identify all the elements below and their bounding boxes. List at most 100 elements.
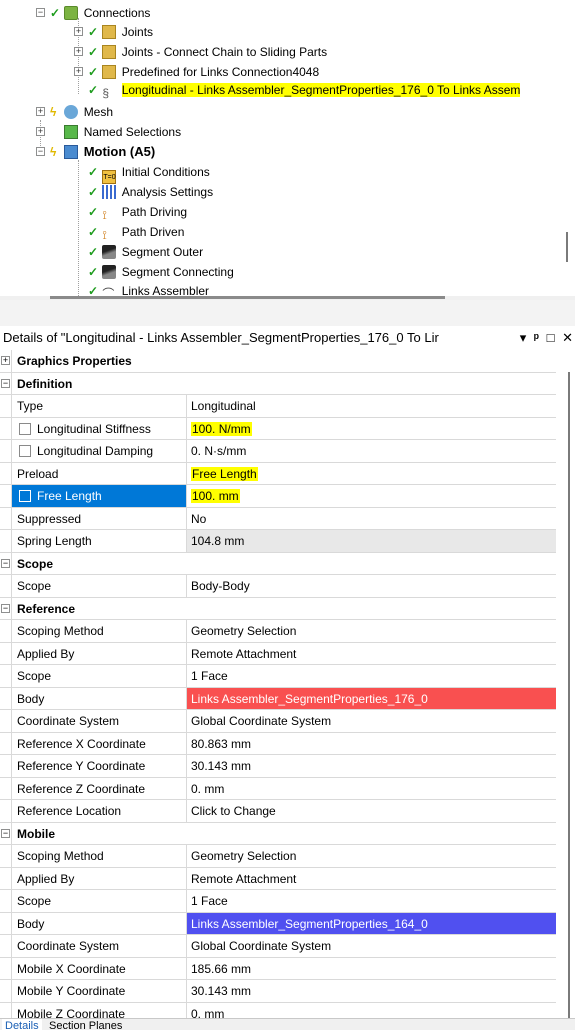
tab-details[interactable]: Details (2, 1019, 42, 1030)
property-value-cell[interactable]: Links Assembler_SegmentProperties_176_0 (187, 687, 556, 710)
panel-splitter[interactable] (0, 300, 575, 326)
property-value-cell[interactable]: 0. N·s/mm (187, 440, 556, 463)
grid-property-row[interactable]: Mobile X Coordinate 185.66 mm (0, 957, 556, 980)
property-label-cell: Type (12, 395, 187, 418)
property-value-cell[interactable]: 185.66 mm (187, 958, 556, 980)
grid-property-row[interactable]: Reference Y Coordinate 30.143 mm (0, 755, 556, 778)
tree-item-joints-connect-chain[interactable]: + ✓ Joints - Connect Chain to Sliding Pa… (74, 42, 327, 62)
property-value-cell[interactable]: Geometry Selection (187, 845, 556, 868)
property-value-cell[interactable]: Geometry Selection (187, 620, 556, 643)
property-value-cell[interactable]: Click to Change (187, 800, 556, 823)
collapse-toggle[interactable]: − (36, 147, 45, 156)
property-value-cell[interactable]: Links Assembler_SegmentProperties_164_0 (187, 912, 556, 935)
grid-category-row[interactable]: − Scope (0, 552, 556, 575)
grid-property-row[interactable]: Scoping Method Geometry Selection (0, 620, 556, 643)
parameter-checkbox[interactable] (19, 490, 31, 502)
grid-property-row[interactable]: Applied By Remote Attachment (0, 642, 556, 665)
property-value-cell[interactable]: 1 Face (187, 665, 556, 688)
property-value-cell[interactable]: 100. N/mm (187, 418, 556, 440)
tree-horizontal-scrollbar[interactable] (50, 296, 445, 299)
property-label: Reference Y Coordinate (17, 759, 146, 773)
property-value-cell[interactable]: Remote Attachment (187, 643, 556, 665)
close-icon[interactable]: ✕ (562, 330, 573, 345)
tab-section-planes[interactable]: Section Planes (46, 1019, 125, 1030)
collapse-toggle[interactable]: − (1, 558, 10, 568)
property-value-cell[interactable]: 0. mm (187, 1003, 556, 1019)
grid-category-row[interactable]: + Graphics Properties (0, 350, 556, 373)
grid-property-row[interactable]: Longitudinal Damping 0. N·s/mm (0, 440, 556, 463)
tree-item-path-driving[interactable]: ✓ ⟟ Path Driving (88, 202, 187, 222)
expand-toggle[interactable]: + (74, 67, 83, 76)
expand-toggle[interactable]: + (74, 47, 83, 56)
tree-item-motion-a5[interactable]: − ϟ Motion (A5) (36, 142, 155, 162)
tree-item-mesh[interactable]: + ϟ Mesh (36, 102, 113, 122)
property-value-cell[interactable]: 1 Face (187, 890, 556, 913)
bottom-tabs: Details Section Planes (0, 1018, 575, 1030)
grid-property-row[interactable]: Reference X Coordinate 80.863 mm (0, 732, 556, 755)
property-value-cell[interactable]: Global Coordinate System (187, 710, 556, 733)
grid-category-row[interactable]: − Definition (0, 372, 556, 395)
grid-property-row[interactable]: Coordinate System Global Coordinate Syste… (0, 935, 556, 958)
expand-toggle[interactable]: + (36, 127, 45, 136)
parameter-checkbox[interactable] (19, 422, 31, 435)
grid-property-row[interactable]: Scope Body-Body (0, 575, 556, 598)
grid-property-row[interactable]: Mobile Z Coordinate 0. mm (0, 1002, 556, 1019)
property-value-cell[interactable]: 0. mm (187, 778, 556, 800)
grid-property-row[interactable]: Body Links Assembler_SegmentProperties_17… (0, 687, 556, 710)
property-value-cell[interactable]: 30.143 mm (187, 755, 556, 778)
grid-property-row[interactable]: Reference Z Coordinate 0. mm (0, 777, 556, 800)
panel-menu-icon[interactable]: ▾ (520, 330, 527, 345)
collapse-toggle[interactable]: − (36, 8, 45, 17)
grid-property-row[interactable]: Spring Length 104.8 mm (0, 530, 556, 553)
grid-property-row[interactable]: Longitudinal Stiffness 100. N/mm (0, 417, 556, 440)
grid-property-row[interactable]: Mobile Y Coordinate 30.143 mm (0, 980, 556, 1003)
tree-item-predefined-links[interactable]: + ✓ Predefined for Links Connection4048 (74, 62, 319, 82)
grid-property-row[interactable]: Coordinate System Global Coordinate Syste… (0, 710, 556, 733)
property-value-cell[interactable]: 80.863 mm (187, 733, 556, 755)
property-value-cell[interactable]: Global Coordinate System (187, 935, 556, 958)
grid-category-row[interactable]: − Mobile (0, 822, 556, 845)
grid-property-row[interactable]: Body Links Assembler_SegmentProperties_16… (0, 912, 556, 935)
grid-property-row[interactable]: Suppressed No (0, 507, 556, 530)
collapse-toggle[interactable]: − (1, 828, 10, 838)
tree-vertical-scrollbar[interactable] (566, 232, 568, 262)
parameter-checkbox[interactable] (19, 445, 31, 457)
expand-toggle[interactable]: + (36, 107, 45, 116)
tree-item-named-selections[interactable]: + ✓ Named Selections (36, 122, 181, 142)
property-value-cell[interactable]: Longitudinal (187, 395, 556, 418)
expand-toggle[interactable]: + (1, 356, 10, 365)
collapse-toggle[interactable]: − (1, 378, 10, 388)
grid-property-row[interactable]: Reference Location Click to Change (0, 800, 556, 823)
grid-property-row[interactable]: Free Length 100. mm (0, 485, 556, 508)
row-gutter (0, 642, 12, 665)
property-value-cell[interactable]: Free Length (187, 463, 556, 485)
grid-property-row[interactable]: Applied By Remote Attachment (0, 867, 556, 890)
tree-item-analysis-settings[interactable]: ✓ Analysis Settings (88, 182, 213, 202)
property-value-cell[interactable]: Body-Body (187, 575, 556, 598)
pin-icon[interactable]: ᵖ (534, 330, 539, 345)
grid-property-row[interactable]: Scope 1 Face (0, 665, 556, 688)
tree-item-longitudinal-spring[interactable]: ✓ § Longitudinal - Links Assembler_Segme… (88, 80, 521, 100)
tree-item-segment-outer[interactable]: ✓ Segment Outer (88, 242, 203, 262)
tree-item-segment-connecting[interactable]: ✓ Segment Connecting (88, 262, 234, 282)
property-value-cell[interactable]: No (187, 508, 556, 530)
grid-property-row[interactable]: Preload Free Length (0, 462, 556, 485)
property-value-cell[interactable]: 30.143 mm (187, 980, 556, 1003)
tree-item-connections[interactable]: − ✓ Connections (36, 3, 150, 23)
tree-item-initial-conditions[interactable]: ✓ T=0 Initial Conditions (88, 162, 210, 184)
collapse-toggle[interactable]: − (1, 603, 10, 613)
property-label: Coordinate System (17, 714, 120, 728)
property-value-cell[interactable]: 104.8 mm (187, 530, 556, 553)
grid-property-row[interactable]: Scoping Method Geometry Selection (0, 845, 556, 868)
tree-item-path-driven[interactable]: ✓ ⟟ Path Driven (88, 222, 184, 242)
details-vertical-scrollbar[interactable] (568, 372, 570, 1018)
grid-category-row[interactable]: − Reference (0, 597, 556, 620)
restore-icon[interactable]: □ (547, 330, 555, 345)
expand-toggle[interactable]: + (74, 27, 83, 36)
tree-item-joints[interactable]: + ✓ Joints (74, 22, 153, 42)
row-gutter: − (0, 822, 12, 845)
grid-property-row[interactable]: Type Longitudinal (0, 395, 556, 418)
property-value-cell[interactable]: 100. mm (187, 485, 556, 508)
grid-property-row[interactable]: Scope 1 Face (0, 890, 556, 913)
property-value-cell[interactable]: Remote Attachment (187, 868, 556, 890)
